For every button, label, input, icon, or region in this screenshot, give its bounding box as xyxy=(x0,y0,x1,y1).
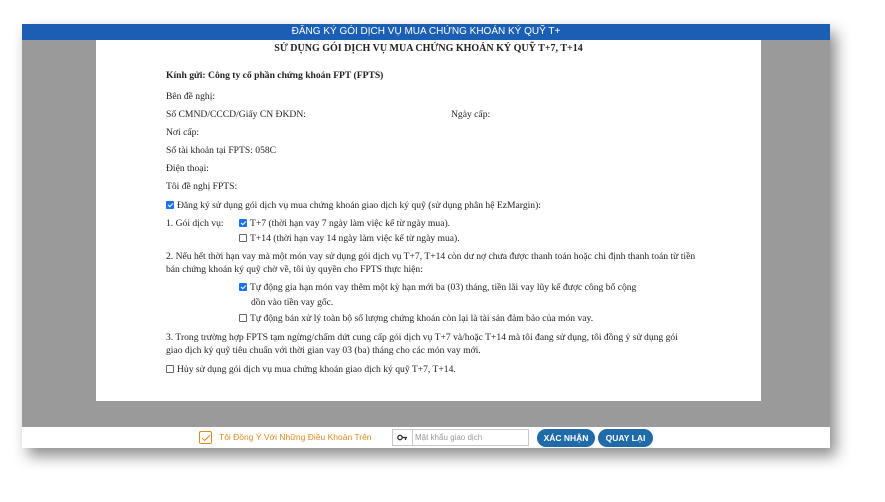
password-input[interactable] xyxy=(415,430,527,445)
package-t7-label: T+7 (thời hạn vay 7 ngày làm việc kể từ … xyxy=(250,218,451,229)
window-title: ĐĂNG KÝ GÓI DỊCH VỤ MUA CHỨNG KHOÁN KÝ Q… xyxy=(22,24,830,40)
cancel-checkbox[interactable] xyxy=(166,365,174,373)
agree-label: Tôi Đồng Ý Với Những Điều Khoản Trên xyxy=(219,432,372,442)
requester-label: Bên đề nghị: xyxy=(166,91,216,102)
package-t7-checkbox[interactable] xyxy=(239,219,247,227)
auto-extend-option[interactable]: Tự động gia hạn món vay thêm một kỳ hạn … xyxy=(239,282,636,293)
package-t14-checkbox[interactable] xyxy=(239,234,247,242)
back-button[interactable]: QUAY LẠI xyxy=(598,429,653,447)
auto-extend-label-line2: dồn vào tiền vay gốc. xyxy=(251,297,334,308)
register-option-label: Đăng ký sử dụng gói dịch vụ mua chứng kh… xyxy=(177,200,541,211)
account-number-label: Số tài khoản tại FPTS: 058C xyxy=(166,145,277,156)
request-label: Tôi đề nghị FPTS: xyxy=(166,181,238,192)
package-t14-label: T+14 (thời hạn vay 14 ngày làm việc kể t… xyxy=(250,233,460,244)
confirm-button[interactable]: XÁC NHẬN xyxy=(537,429,595,447)
id-number-label: Số CMND/CCCD/Giấy CN ĐKDN: xyxy=(166,109,306,120)
key-icon xyxy=(393,430,413,445)
registration-form: SỬ DỤNG GÓI DỊCH VỤ MUA CHỨNG KHOÁN KÝ Q… xyxy=(96,40,761,401)
footer-bar: Tôi Đồng Ý Với Những Điều Khoản Trên XÁC… xyxy=(22,427,830,448)
clause-3: 3. Trong trường hợp FPTS tạm ngừng/chấm … xyxy=(166,332,678,356)
footer: Tôi Đồng Ý Với Những Điều Khoản Trên XÁC… xyxy=(22,401,830,448)
auto-extend-checkbox[interactable] xyxy=(239,283,247,291)
package-option-t7[interactable]: T+7 (thời hạn vay 7 ngày làm việc kể từ … xyxy=(239,218,450,229)
auto-sell-label: Tự động bán xử lý toàn bộ số lượng chứng… xyxy=(250,313,594,324)
auto-sell-option[interactable]: Tự động bán xử lý toàn bộ số lượng chứng… xyxy=(239,313,593,324)
password-field[interactable] xyxy=(392,429,529,446)
auto-extend-label: Tự động gia hạn món vay thêm một kỳ hạn … xyxy=(250,282,637,293)
package-option-t14[interactable]: T+14 (thời hạn vay 14 ngày làm việc kể t… xyxy=(239,233,460,244)
issue-place-label: Nơi cấp: xyxy=(166,127,200,138)
issue-date-label: Ngày cấp: xyxy=(451,109,491,120)
clause-2: 2. Nếu hết thời hạn vay mà một món vay s… xyxy=(166,251,696,275)
register-option[interactable]: Đăng ký sử dụng gói dịch vụ mua chứng kh… xyxy=(166,200,541,211)
phone-label: Điện thoại: xyxy=(166,163,209,174)
auto-sell-checkbox[interactable] xyxy=(239,314,247,322)
registration-window: ĐĂNG KÝ GÓI DỊCH VỤ MUA CHỨNG KHOÁN KÝ Q… xyxy=(22,24,830,448)
package-label: 1. Gói dịch vụ: xyxy=(166,218,224,229)
cancel-option[interactable]: Hủy sử dụng gói dịch vụ mua chứng khoán … xyxy=(166,364,456,375)
register-checkbox[interactable] xyxy=(166,201,174,209)
cancel-option-label: Hủy sử dụng gói dịch vụ mua chứng khoán … xyxy=(177,364,456,375)
addressee: Kính gửi: Công ty cổ phần chứng khoán FP… xyxy=(166,70,384,81)
document-title: SỬ DỤNG GÓI DỊCH VỤ MUA CHỨNG KHOÁN KÝ Q… xyxy=(274,43,583,54)
agree-checkbox[interactable] xyxy=(199,431,212,444)
